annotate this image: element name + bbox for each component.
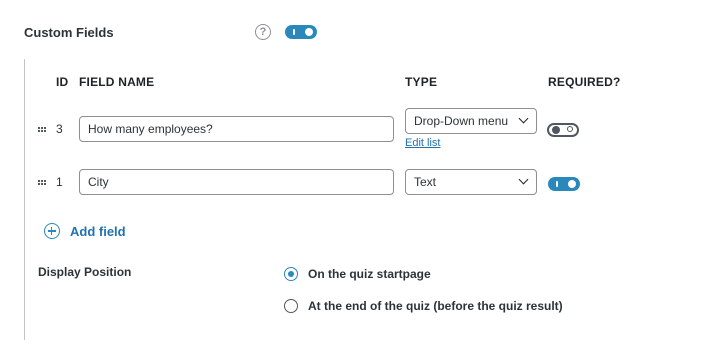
radio-option-startpage[interactable]: On the quiz startpage	[284, 267, 431, 281]
custom-fields-label: Custom Fields	[24, 25, 114, 40]
row-id: 3	[56, 122, 63, 136]
toggle-knob	[305, 28, 313, 36]
radio-option-end-of-quiz[interactable]: At the end of the quiz (before the quiz …	[284, 299, 563, 313]
required-toggle[interactable]	[548, 177, 580, 191]
radio-label: On the quiz startpage	[308, 267, 431, 281]
add-field-label: Add field	[70, 223, 126, 239]
column-header-field-name: FIELD NAME	[79, 75, 155, 89]
toggle-on-mark-icon	[556, 181, 558, 187]
add-circle-icon	[44, 223, 60, 239]
column-header-required: REQUIRED?	[548, 75, 621, 89]
required-toggle[interactable]	[547, 123, 579, 137]
row-id: 1	[56, 175, 63, 189]
radio-button[interactable]	[284, 267, 298, 281]
chevron-down-icon	[518, 113, 529, 124]
field-name-input[interactable]: How many employees?	[79, 116, 394, 142]
custom-fields-panel	[24, 59, 728, 340]
toggle-knob	[568, 180, 576, 188]
field-type-select[interactable]: Text	[405, 169, 537, 195]
field-type-value: Drop-Down menu	[414, 114, 509, 128]
toggle-on-mark-icon	[293, 29, 295, 35]
edit-list-link[interactable]: Edit list	[405, 137, 440, 149]
chevron-down-icon	[518, 174, 529, 185]
field-type-value: Text	[414, 175, 437, 189]
help-icon[interactable]: ?	[255, 24, 271, 40]
add-field-button[interactable]: Add field	[44, 223, 126, 239]
custom-fields-toggle[interactable]	[285, 25, 317, 39]
radio-label: At the end of the quiz (before the quiz …	[308, 299, 563, 313]
radio-button[interactable]	[284, 299, 298, 313]
field-name-input[interactable]: City	[79, 169, 394, 195]
drag-handle-icon[interactable]	[38, 180, 47, 185]
toggle-off-mark-icon	[567, 126, 573, 132]
column-header-type: TYPE	[405, 75, 438, 89]
toggle-knob	[552, 126, 560, 134]
display-position-label: Display Position	[38, 265, 132, 279]
field-type-select[interactable]: Drop-Down menu	[405, 108, 537, 134]
column-header-id: ID	[56, 75, 69, 89]
drag-handle-icon[interactable]	[38, 127, 47, 132]
